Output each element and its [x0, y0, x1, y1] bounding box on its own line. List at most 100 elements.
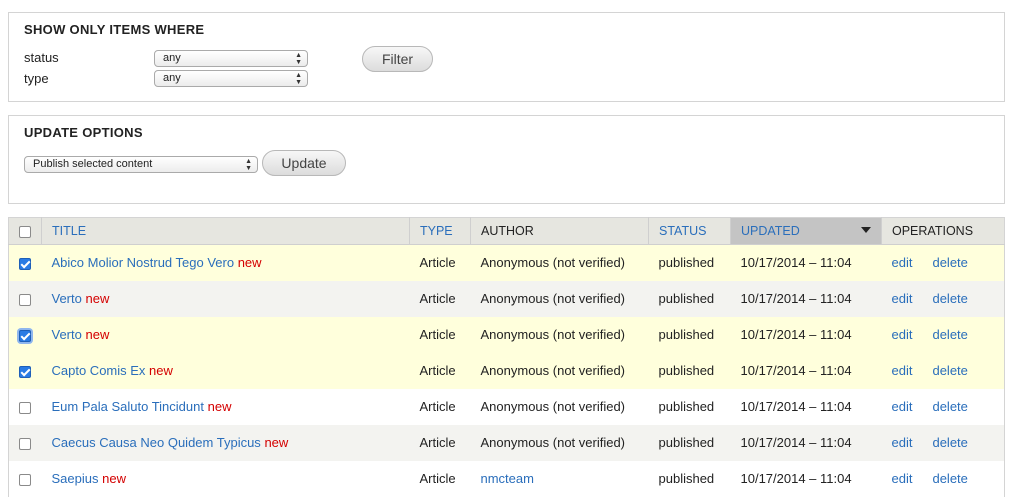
- status-cell: published: [648, 388, 731, 425]
- row-checkbox[interactable]: [19, 473, 31, 486]
- table-row: Verto new Article Anonymous (not verified)…: [8, 280, 1005, 317]
- edit-link[interactable]: edit: [892, 435, 913, 450]
- row-checkbox-cell: [8, 352, 42, 389]
- column-header-updated-label: UPDATED: [741, 224, 800, 238]
- type-select-value: any: [163, 72, 181, 84]
- row-checkbox[interactable]: [19, 329, 31, 342]
- new-marker: new: [207, 399, 232, 414]
- updated-cell: 10/17/2014 – 11:04: [730, 460, 882, 497]
- row-title-link[interactable]: Verto: [52, 291, 82, 306]
- status-cell: published: [648, 316, 731, 353]
- author-name: Anonymous (not verified): [480, 291, 626, 306]
- table-row: Verto new Article Anonymous (not verified)…: [8, 316, 1005, 353]
- edit-link[interactable]: edit: [892, 471, 913, 486]
- table-row: Saepius new Article nmcteam published 10/17/…: [8, 460, 1005, 497]
- status-select[interactable]: any ▲ ▼: [154, 50, 308, 67]
- new-marker: new: [149, 363, 173, 378]
- status-cell: published: [648, 424, 731, 461]
- title-cell: Capto Comis Ex new: [41, 352, 410, 389]
- filter-button[interactable]: Filter: [362, 46, 433, 72]
- update-button[interactable]: Update: [262, 150, 346, 176]
- author-cell: Anonymous (not verified): [470, 244, 649, 281]
- new-marker: new: [237, 255, 262, 271]
- select-all-checkbox[interactable]: [19, 225, 31, 238]
- delete-link[interactable]: delete: [932, 291, 967, 306]
- table-row: Eum Pala Saluto Tincidunt new Article Anon…: [8, 388, 1005, 425]
- title-cell: Eum Pala Saluto Tincidunt new: [41, 388, 410, 425]
- status-cell: published: [648, 352, 731, 389]
- operations-cell: edit delete: [881, 244, 1005, 281]
- row-title-link[interactable]: Caecus Causa Neo Quidem Typicus: [52, 435, 261, 450]
- edit-link[interactable]: edit: [892, 255, 913, 270]
- row-checkbox-cell: [8, 316, 42, 353]
- table-row: Caecus Causa Neo Quidem Typicus new Artic…: [8, 424, 1005, 461]
- title-cell: Abico Molior Nostrud Tego Vero new: [41, 244, 410, 281]
- author-name: Anonymous (not verified): [480, 327, 626, 342]
- type-select[interactable]: any ▲ ▼: [154, 70, 308, 87]
- type-cell: Article: [409, 388, 471, 425]
- table-header-row: TITLE TYPE AUTHOR STATUS UPDATED OPERATI…: [8, 217, 1005, 245]
- status-cell: published: [648, 280, 731, 317]
- column-header-type[interactable]: TYPE: [409, 217, 471, 245]
- select-arrows-icon: ▲ ▼: [295, 51, 302, 66]
- updated-cell: 10/17/2014 – 11:04: [730, 424, 882, 461]
- row-checkbox[interactable]: [19, 437, 31, 450]
- author-cell: Anonymous (not verified): [470, 352, 649, 389]
- filter-panel-title: SHOW ONLY ITEMS WHERE: [24, 22, 205, 37]
- author-name: Anonymous (not verified): [480, 435, 626, 450]
- update-panel-title: UPDATE OPTIONS: [24, 125, 143, 140]
- edit-link[interactable]: edit: [892, 291, 913, 306]
- row-title-link[interactable]: Capto Comis Ex: [52, 363, 146, 378]
- updated-cell: 10/17/2014 – 11:04: [730, 244, 882, 281]
- select-all-cell: [8, 217, 42, 245]
- delete-link[interactable]: delete: [932, 399, 967, 414]
- delete-link[interactable]: delete: [932, 363, 967, 378]
- row-title-link[interactable]: Eum Pala Saluto Tincidunt: [52, 399, 204, 414]
- select-arrows-icon: ▲ ▼: [245, 157, 252, 172]
- operations-cell: edit delete: [881, 280, 1005, 317]
- row-checkbox[interactable]: [19, 365, 31, 378]
- row-title-link[interactable]: Abico Molior Nostrud Tego Vero: [52, 255, 235, 270]
- updated-cell: 10/17/2014 – 11:04: [730, 388, 882, 425]
- delete-link[interactable]: delete: [932, 327, 967, 342]
- edit-link[interactable]: edit: [892, 399, 913, 414]
- type-cell: Article: [409, 244, 471, 281]
- delete-link[interactable]: delete: [932, 471, 967, 486]
- edit-link[interactable]: edit: [892, 327, 913, 342]
- table-row: Abico Molior Nostrud Tego Vero new Articl…: [8, 244, 1005, 281]
- operations-cell: edit delete: [881, 460, 1005, 497]
- delete-link[interactable]: delete: [932, 435, 967, 450]
- row-checkbox-cell: [8, 424, 42, 461]
- status-label: status: [24, 50, 59, 65]
- author-name: Anonymous (not verified): [480, 363, 626, 378]
- author-cell: Anonymous (not verified): [470, 388, 649, 425]
- bulk-action-select[interactable]: Publish selected content ▲ ▼: [24, 156, 258, 173]
- operations-cell: edit delete: [881, 316, 1005, 353]
- column-header-title[interactable]: TITLE: [41, 217, 410, 245]
- row-checkbox-cell: [8, 460, 42, 497]
- sort-descending-icon: [861, 227, 871, 233]
- author-name: Anonymous (not verified): [480, 399, 626, 414]
- table-row: Capto Comis Ex new Article Anonymous (not …: [8, 352, 1005, 389]
- row-title-link[interactable]: Verto: [52, 327, 82, 342]
- bulk-action-value: Publish selected content: [33, 158, 153, 170]
- updated-cell: 10/17/2014 – 11:04: [730, 316, 882, 353]
- column-header-updated[interactable]: UPDATED: [730, 217, 882, 245]
- new-marker: new: [102, 471, 126, 486]
- new-marker: new: [264, 435, 289, 450]
- title-cell: Caecus Causa Neo Quidem Typicus new: [41, 424, 410, 461]
- author-link[interactable]: nmcteam: [481, 471, 534, 486]
- column-header-status[interactable]: STATUS: [648, 217, 731, 245]
- edit-link[interactable]: edit: [892, 363, 913, 378]
- select-arrows-icon: ▲ ▼: [295, 71, 302, 86]
- status-select-value: any: [163, 52, 181, 64]
- row-checkbox[interactable]: [19, 293, 31, 306]
- new-marker: new: [85, 291, 110, 306]
- delete-link[interactable]: delete: [932, 255, 967, 270]
- type-cell: Article: [409, 316, 471, 353]
- new-marker: new: [85, 327, 110, 342]
- row-title-link[interactable]: Saepius: [52, 471, 99, 486]
- row-checkbox[interactable]: [19, 401, 31, 414]
- author-cell: Anonymous (not verified): [470, 316, 649, 353]
- row-checkbox[interactable]: [19, 257, 31, 270]
